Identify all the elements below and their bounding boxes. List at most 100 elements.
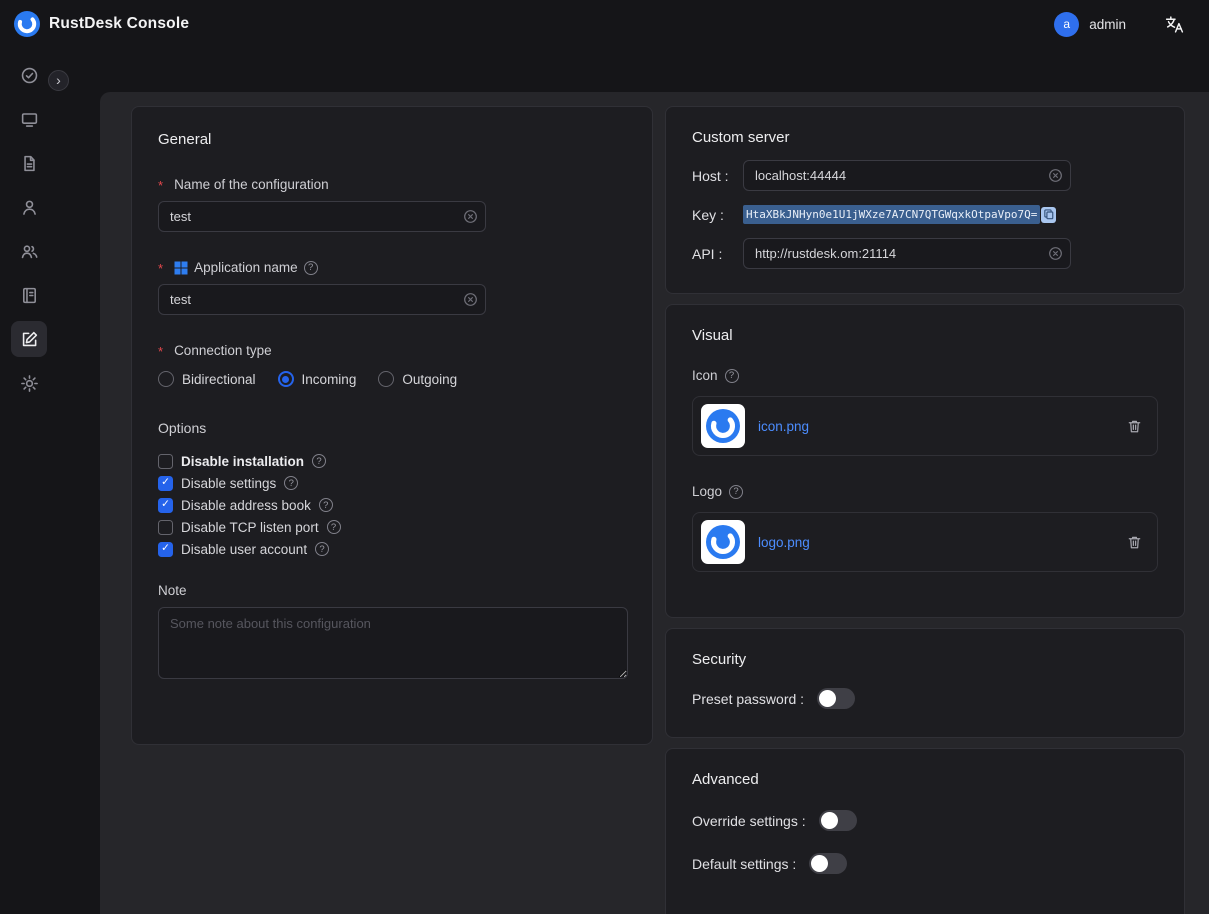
icon-label: Icon [692,368,1158,383]
radio-incoming[interactable]: Incoming [278,371,357,387]
radio-bidirectional[interactable]: Bidirectional [158,371,256,387]
default-settings-row: Default settings : [692,853,1158,874]
checkbox-disable-installation[interactable]: ✓ Disable installation [158,453,626,469]
sidebar-item-custom-client[interactable] [11,321,47,357]
checkbox-box[interactable]: ✓ [158,498,173,513]
app-name-label: Application name [158,260,626,275]
topbar: RustDesk Console a admin [0,0,1209,48]
clear-icon[interactable] [1048,246,1063,261]
clear-icon[interactable] [463,292,478,307]
user-name[interactable]: admin [1089,17,1126,32]
sidebar-expand-button[interactable] [48,70,69,91]
host-label: Host : [692,168,743,184]
checkbox-disable-settings[interactable]: ✓ Disable settings [158,475,626,491]
options-list: ✓ Disable installation ✓ Disable setting… [158,453,626,557]
sidebar-item-devices[interactable] [11,101,47,137]
sidebar-item-logs[interactable] [11,277,47,313]
security-card: Security Preset password : [665,628,1185,738]
advanced-title: Advanced [692,771,1158,788]
trash-icon[interactable] [1126,534,1143,551]
sidebar-item-users[interactable] [11,189,47,225]
config-name-input[interactable] [158,201,486,232]
api-row: API : [692,238,1158,269]
checkbox-box[interactable]: ✓ [158,476,173,491]
host-input[interactable] [743,160,1071,191]
help-icon[interactable] [315,542,329,556]
help-icon[interactable] [304,261,318,275]
config-name-label: Name of the configuration [158,177,626,192]
help-icon[interactable] [725,369,739,383]
logo-label: Logo [692,484,1158,499]
help-icon[interactable] [729,485,743,499]
brand: RustDesk Console [14,11,189,37]
icon-file-box: icon.png [692,396,1158,456]
visual-title: Visual [692,327,1158,344]
api-label: API : [692,246,743,262]
radio-outgoing[interactable]: Outgoing [378,371,457,387]
logo-filename-link[interactable]: logo.png [758,535,810,550]
copy-icon[interactable] [1041,207,1056,223]
key-row: Key : HtaXBkJNHyn0e1U1jWXze7A7CN7QTGWqxk… [692,205,1158,224]
app-title: RustDesk Console [49,15,189,33]
logo-preview [701,520,745,564]
rustdesk-logo-icon [14,11,40,37]
help-icon[interactable] [319,498,333,512]
note-label: Note [158,583,626,598]
override-settings-row: Override settings : [692,810,1158,831]
icon-preview [701,404,745,448]
radio-circle[interactable] [158,371,174,387]
checkbox-disable-tcp-listen-port[interactable]: ✓ Disable TCP listen port [158,519,626,535]
custom-server-title: Custom server [692,129,1158,146]
checkbox-disable-user-account[interactable]: ✓ Disable user account [158,541,626,557]
app-name-input[interactable] [158,284,486,315]
main-content: General Name of the configuration Applic… [100,92,1209,914]
options-label: Options [158,420,626,436]
avatar[interactable]: a [1054,12,1079,37]
override-settings-label: Override settings : [692,813,806,829]
checkbox-box[interactable]: ✓ [158,454,173,469]
help-icon[interactable] [327,520,341,534]
clear-icon[interactable] [1048,168,1063,183]
key-value-box: HtaXBkJNHyn0e1U1jWXze7A7CN7QTGWqxkOtpaVp… [743,205,1056,224]
help-icon[interactable] [312,454,326,468]
security-title: Security [692,651,1158,668]
app-name-input-wrap [158,284,486,315]
note-textarea[interactable] [158,607,628,679]
trash-icon[interactable] [1126,418,1143,435]
override-settings-toggle[interactable] [819,810,857,831]
sidebar-item-documents[interactable] [11,145,47,181]
connection-type-group: Bidirectional Incoming Outgoing [158,371,626,387]
connection-type-label: Connection type [158,343,626,358]
icon-filename-link[interactable]: icon.png [758,419,809,434]
checkbox-disable-address-book[interactable]: ✓ Disable address book [158,497,626,513]
default-settings-toggle[interactable] [809,853,847,874]
general-card: General Name of the configuration Applic… [131,106,653,745]
general-title: General [158,131,626,148]
translate-icon[interactable] [1164,14,1185,35]
custom-server-card: Custom server Host : Key : HtaXBkJNHyn0e… [665,106,1185,294]
preset-password-label: Preset password : [692,691,804,707]
windows-icon [174,261,188,275]
sidebar [0,48,58,914]
key-label: Key : [692,207,743,223]
default-settings-label: Default settings : [692,856,796,872]
radio-circle[interactable] [278,371,294,387]
sidebar-item-status[interactable] [11,57,47,93]
host-input-wrap [743,160,1071,191]
config-name-input-wrap [158,201,486,232]
sidebar-item-groups[interactable] [11,233,47,269]
key-value[interactable]: HtaXBkJNHyn0e1U1jWXze7A7CN7QTGWqxkOtpaVp… [743,205,1040,224]
logo-file-box: logo.png [692,512,1158,572]
sidebar-item-settings[interactable] [11,365,47,401]
clear-icon[interactable] [463,209,478,224]
checkbox-box[interactable]: ✓ [158,542,173,557]
radio-circle[interactable] [378,371,394,387]
preset-password-row: Preset password : [692,688,1158,709]
visual-card: Visual Icon icon.png Logo [665,304,1185,618]
api-input[interactable] [743,238,1071,269]
advanced-card: Advanced Override settings : Default set… [665,748,1185,914]
checkbox-box[interactable]: ✓ [158,520,173,535]
api-input-wrap [743,238,1071,269]
preset-password-toggle[interactable] [817,688,855,709]
help-icon[interactable] [284,476,298,490]
